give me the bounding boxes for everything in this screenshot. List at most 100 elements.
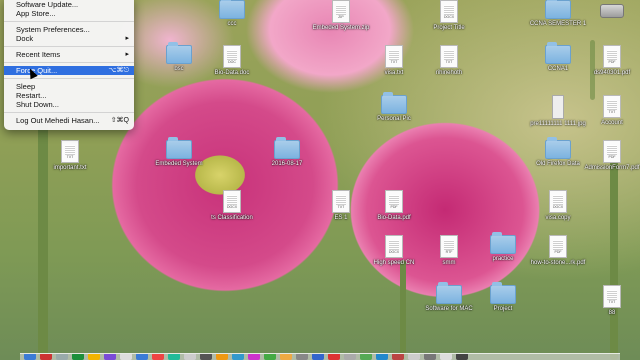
dock-app-icon[interactable] <box>312 354 324 360</box>
desktop-icon[interactable]: TXT ES 1 <box>311 190 371 222</box>
desktop-icon[interactable]: CCNA SEMESTER 1 <box>528 0 588 28</box>
dock-app-icon[interactable] <box>88 354 100 360</box>
menu-item-dock[interactable]: Dock ▸ <box>4 34 134 43</box>
menu-item-shut-down[interactable]: Shut Down... <box>4 100 134 109</box>
dock-app-icon[interactable] <box>104 354 116 360</box>
dock-app-icon[interactable] <box>360 354 372 360</box>
dock-app-icon[interactable] <box>392 354 404 360</box>
menu-item-system-preferences[interactable]: System Preferences... <box>4 25 134 34</box>
desktop-icon[interactable]: CCNA1 <box>528 42 588 73</box>
menu-item-recent-items[interactable]: Recent Items ▸ <box>4 50 134 59</box>
dock-app-icon[interactable] <box>280 354 292 360</box>
desktop-icon-label: 88 <box>608 310 616 316</box>
desktop-icon[interactable]: ccc <box>202 0 262 28</box>
document-icon: DOC <box>223 45 241 68</box>
dock-app-icon[interactable] <box>424 354 436 360</box>
menu-item-label: Software Update... <box>16 0 79 9</box>
dock-app-icon[interactable] <box>136 354 148 360</box>
desktop-icon[interactable]: ZIP Embeded System.zip <box>311 0 371 32</box>
desktop-icon-label: Account <box>601 120 623 126</box>
file-type-tag: ZIP <box>338 15 344 19</box>
dock-app-icon[interactable] <box>216 354 228 360</box>
dock-app-icon[interactable] <box>248 354 260 360</box>
file-type-tag: RTF <box>445 250 453 254</box>
desktop-icon[interactable]: DOCX Project Title <box>419 0 479 32</box>
desktop-icon-label: how-to-stone...rk.pdf <box>530 260 586 266</box>
desktop-icon[interactable]: pre11111111 1111.jpg <box>528 95 588 128</box>
dock-app-icon[interactable] <box>152 354 164 360</box>
desktop-icon[interactable]: DOCX visa.copy <box>528 190 588 222</box>
desktop-icon[interactable]: DOCX High speed CN <box>364 235 424 267</box>
desktop-icon[interactable]: DOCX ts Classification <box>202 190 262 222</box>
file-type-tag: DOCX <box>388 250 400 254</box>
desktop-icon[interactable]: PDF AdmissionForm7.pdf <box>582 140 640 172</box>
desktop-icon[interactable]: TXT important.txt <box>40 140 100 172</box>
dock-app-icon[interactable] <box>200 354 212 360</box>
desktop-icon[interactable]: Software for MAC <box>419 282 479 313</box>
desktop-icon[interactable]: Embeded System <box>149 137 209 168</box>
desktop-icon-label: AdmissionForm7.pdf <box>584 165 640 171</box>
desktop-icon-label: CCNA SEMESTER 1 <box>529 21 587 27</box>
desktop-icon[interactable]: PDF Bio-Data.pdf <box>364 190 424 222</box>
dock-app-icon[interactable] <box>232 354 244 360</box>
desktop-icon[interactable]: Project <box>473 282 533 313</box>
desktop-icon-label: Bio-Data.doc <box>214 70 250 76</box>
dock-app-icon[interactable] <box>120 354 132 360</box>
desktop-icon[interactable]: PDF how-to-stone...rk.pdf <box>528 235 588 267</box>
dock-app-icon[interactable] <box>344 354 356 360</box>
menu-item-label: Shut Down... <box>16 100 59 109</box>
folder-icon <box>274 137 300 159</box>
dock-app-icon[interactable] <box>168 354 180 360</box>
dock-app-icon[interactable] <box>72 354 84 360</box>
dock-app-icon[interactable] <box>40 354 52 360</box>
folder-icon <box>381 92 407 114</box>
desktop-icon[interactable]: TXT visa.txt <box>364 45 424 77</box>
dock-app-icon[interactable] <box>264 354 276 360</box>
desktop-icon-label: Bio-Data.pdf <box>377 215 411 221</box>
desktop-icon[interactable]: Old Firefox Data <box>528 137 588 168</box>
dock-app-icon[interactable] <box>456 354 468 360</box>
dock-app-icon[interactable] <box>440 354 452 360</box>
dock-app-icon[interactable] <box>408 354 420 360</box>
folder-icon <box>545 137 571 159</box>
menu-separator <box>4 112 134 113</box>
dock-app-icon[interactable] <box>296 354 308 360</box>
desktop-icon-label: ds940301.pdf <box>593 70 631 76</box>
desktop-icon-label: ES 1 <box>334 215 348 221</box>
menu-item-force-quit[interactable]: Force Quit... ⌥⌘⎋ <box>4 66 134 75</box>
menu-separator <box>4 46 134 47</box>
menu-item-label: System Preferences... <box>16 25 90 34</box>
desktop-icon-label: Old Firefox Data <box>536 161 580 167</box>
document-icon: DOCX <box>385 235 403 258</box>
dock-app-icon[interactable] <box>376 354 388 360</box>
desktop-icon[interactable]: DOC Bio-Data.doc <box>202 45 262 77</box>
menu-item-restart[interactable]: Restart... <box>4 91 134 100</box>
menu-item-sleep[interactable]: Sleep <box>4 82 134 91</box>
document-icon: TXT <box>440 45 458 68</box>
desktop-icon-label: Software for MAC <box>425 306 473 312</box>
desktop-icon[interactable] <box>582 0 640 18</box>
menu-item-software-update[interactable]: Software Update... <box>4 0 134 9</box>
desktop-icon-label: Embeded System <box>155 161 203 167</box>
dock-app-icon[interactable] <box>24 354 36 360</box>
menu-item-log-out-mehedi-hasan[interactable]: Log Out Mehedi Hasan... ⇧⌘Q <box>4 116 134 125</box>
desktop-icon[interactable]: 2016-08-17 <box>257 137 317 168</box>
desktop-icon[interactable]: TXT 88 <box>582 285 640 317</box>
desktop-icon[interactable]: practice <box>473 232 533 263</box>
menu-item-app-store[interactable]: App Store... <box>4 9 134 18</box>
document-icon: PDF <box>385 190 403 213</box>
document-icon: PDF <box>603 45 621 68</box>
dock-app-icon[interactable] <box>328 354 340 360</box>
desktop-icon-label: practice <box>492 256 514 262</box>
folder-icon <box>436 282 462 304</box>
desktop-icon[interactable]: bsc <box>149 42 209 73</box>
desktop-icon[interactable]: RTF smm <box>419 235 479 267</box>
desktop-icon[interactable]: PDF ds940301.pdf <box>582 45 640 77</box>
dock-app-icon[interactable] <box>56 354 68 360</box>
desktop-icon[interactable]: TXT Account <box>582 95 640 127</box>
desktop-icon[interactable]: TXT rihinehoth <box>419 45 479 77</box>
desktop-icon[interactable]: Personal Pic <box>364 92 424 123</box>
desktop-icon-label: High speed CN <box>373 260 415 266</box>
folder-icon <box>545 42 571 64</box>
dock-app-icon[interactable] <box>184 354 196 360</box>
